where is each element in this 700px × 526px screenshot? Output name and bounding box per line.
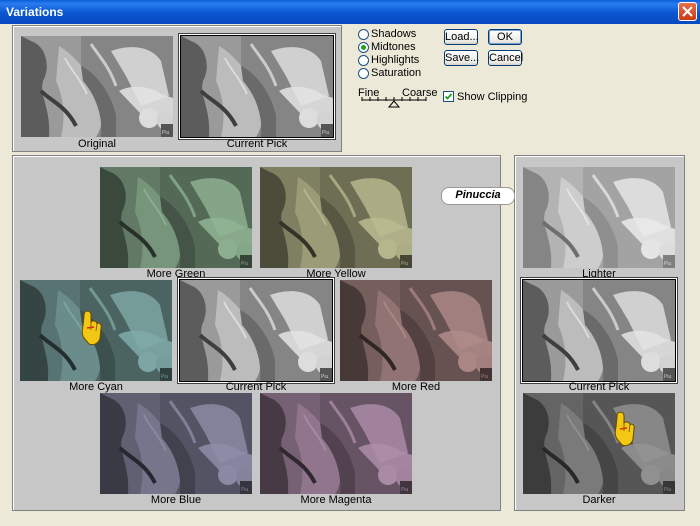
more-yellow-thumbnail[interactable] <box>260 167 412 268</box>
more-green-label: More Green <box>146 268 206 280</box>
current-pick-preview-label: Current Pick <box>226 138 288 150</box>
close-icon <box>682 6 693 17</box>
more-magenta-thumbnail[interactable] <box>260 393 412 494</box>
radio-circle[interactable] <box>358 42 369 53</box>
current-pick-preview-thumbnail <box>180 35 334 138</box>
more-cyan-label: More Cyan <box>69 381 123 393</box>
radio-selected-dot <box>361 45 366 50</box>
darker-label: Darker <box>582 494 616 506</box>
checkmark-icon <box>444 93 453 100</box>
current-pick-center-label: Current Pick <box>225 381 287 393</box>
current-pick-brightness-label: Current Pick <box>568 381 630 393</box>
radio-circle[interactable] <box>358 68 369 79</box>
radio-label: Shadows <box>371 28 417 40</box>
more-magenta-label: More Magenta <box>300 494 372 506</box>
more-cyan-thumbnail[interactable] <box>20 280 172 381</box>
brightness-variations-panel: Lighter Current Pick Darker <box>514 155 685 511</box>
hand-pointer-icon <box>613 411 635 447</box>
original-label: Original <box>78 138 116 150</box>
ok-button[interactable]: OK <box>488 29 522 45</box>
watermark-badge: Pinuccia <box>441 187 515 205</box>
show-clipping-label: Show Clipping <box>457 91 528 103</box>
preview-panel: Original Current Pick <box>12 25 342 152</box>
radio-label: Highlights <box>371 54 420 66</box>
more-yellow-label: More Yellow <box>306 268 366 280</box>
lighter-thumbnail[interactable] <box>523 167 675 268</box>
color-variations-panel: More Green More Yellow More Cyan Current… <box>12 155 501 511</box>
radio-circle[interactable] <box>358 55 369 66</box>
window-title: Variations <box>6 5 64 19</box>
lighter-label: Lighter <box>582 268 616 280</box>
title-bar[interactable]: Variations <box>0 0 700 24</box>
save-button[interactable]: Save... <box>444 50 479 66</box>
close-button[interactable] <box>678 2 697 21</box>
radio-circle[interactable] <box>358 29 369 40</box>
show-clipping-checkbox[interactable] <box>443 91 454 102</box>
load-button[interactable]: Load... <box>444 29 479 45</box>
more-red-label: More Red <box>391 381 441 393</box>
slider-thumb <box>387 100 401 108</box>
original-thumbnail <box>21 36 173 137</box>
radio-label: Saturation <box>371 67 422 79</box>
more-blue-thumbnail[interactable] <box>100 393 252 494</box>
darker-thumbnail[interactable] <box>523 393 675 494</box>
more-red-thumbnail[interactable] <box>340 280 492 381</box>
more-blue-label: More Blue <box>150 494 202 506</box>
fine-coarse-slider[interactable] <box>360 97 430 109</box>
cancel-button[interactable]: Cancel <box>488 50 523 66</box>
hand-pointer-icon <box>80 310 102 346</box>
current-pick-center-thumbnail[interactable] <box>179 279 333 382</box>
radio-label: Midtones <box>371 41 416 53</box>
more-green-thumbnail[interactable] <box>100 167 252 268</box>
current-pick-brightness-thumbnail[interactable] <box>522 279 676 382</box>
